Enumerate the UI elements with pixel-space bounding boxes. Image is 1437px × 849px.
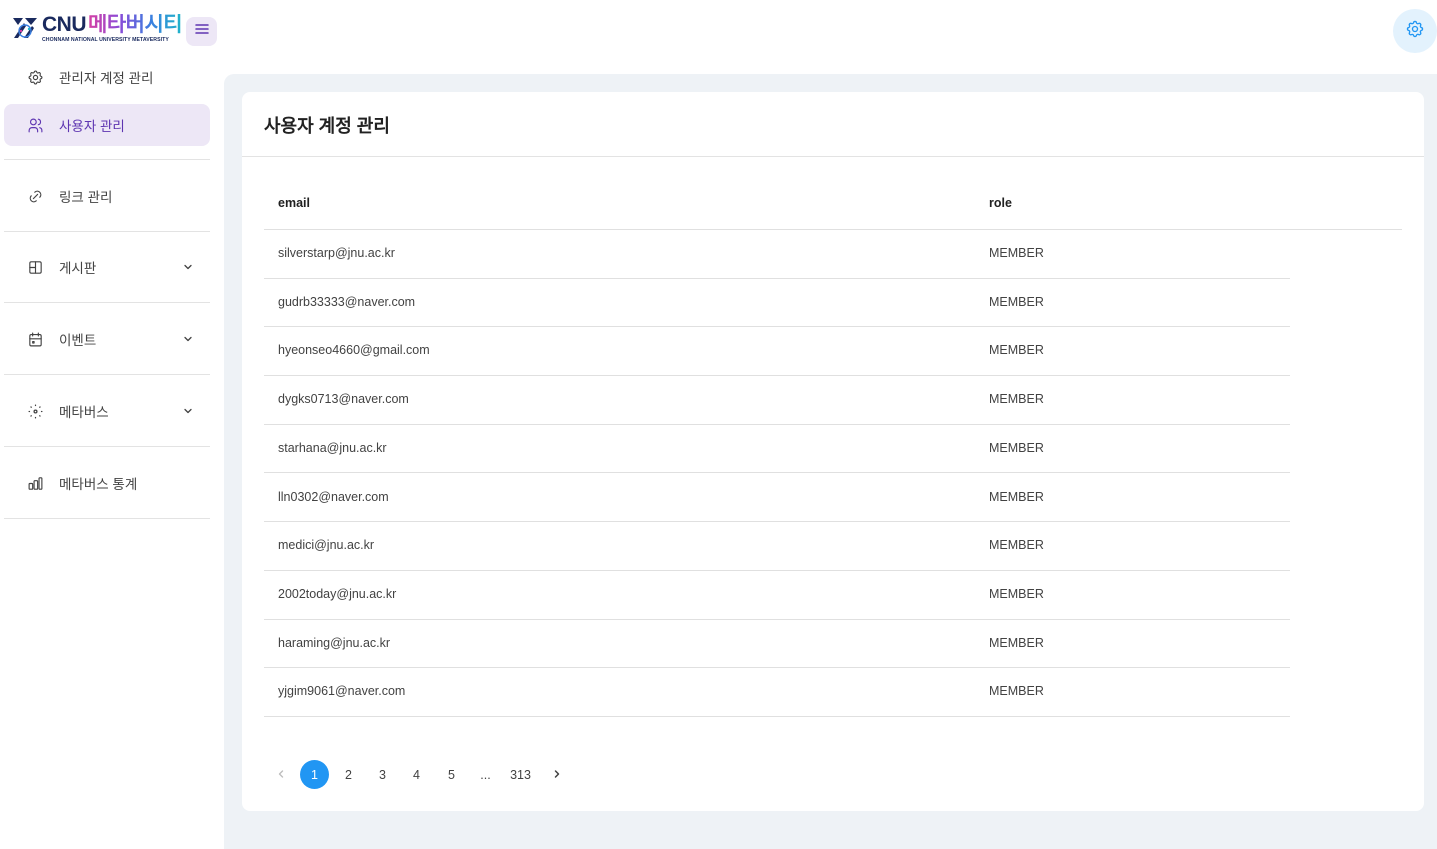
sidebar-item-label: 링크 관리 (59, 190, 113, 205)
cell-email: haraming@jnu.ac.kr (278, 635, 391, 650)
cell-email: lln0302@naver.com (278, 489, 389, 504)
cell-email: gudrb33333@naver.com (278, 294, 416, 309)
cell-role: MEMBER (989, 246, 1044, 260)
sidebar-item-users[interactable]: 사용자 관리 (4, 104, 210, 146)
page-button-4[interactable]: 4 (402, 760, 431, 789)
cell-role: MEMBER (989, 538, 1044, 553)
table-row[interactable]: medici@jnu.ac.kr MEMBER (264, 522, 1290, 571)
brand-logo[interactable]: CNU 메타버시티 CHONNAM NATIONAL UNIVERSITY ME… (10, 12, 183, 43)
university-emblem-icon (10, 14, 40, 42)
sidebar-divider (4, 518, 210, 519)
gear-icon (26, 68, 44, 86)
cell-role: MEMBER (989, 392, 1044, 407)
page-button-3[interactable]: 3 (368, 760, 397, 789)
sidebar-divider (4, 446, 210, 447)
sidebar-item-links[interactable]: 링크 관리 (4, 175, 210, 217)
cell-role: MEMBER (989, 440, 1044, 455)
chevron-down-icon (182, 405, 194, 417)
chevron-down-icon (182, 261, 194, 273)
sidebar-item-metaverse[interactable]: 메타버스 (4, 390, 210, 432)
sidebar-item-board[interactable]: 게시판 (4, 246, 210, 288)
cell-role: MEMBER (989, 294, 1044, 309)
table-row[interactable]: silverstarp@jnu.ac.kr MEMBER (264, 230, 1290, 279)
page-button-last[interactable]: 313 (506, 760, 535, 789)
sidebar-item-label: 메타버스 (59, 405, 109, 420)
sidebar-item-label: 이벤트 (59, 333, 97, 348)
table-row[interactable]: haraming@jnu.ac.kr MEMBER (264, 620, 1290, 669)
cell-role: MEMBER (989, 489, 1044, 504)
sidebar-item-events[interactable]: 이벤트 (4, 318, 210, 360)
next-page-button[interactable] (542, 760, 571, 789)
calendar-icon (26, 330, 44, 348)
users-icon (26, 116, 44, 134)
table-row[interactable]: lln0302@naver.com MEMBER (264, 474, 1290, 523)
cell-email: 2002today@jnu.ac.kr (278, 586, 397, 601)
cell-role: MEMBER (989, 635, 1044, 650)
column-header-email[interactable]: email (278, 196, 310, 210)
cell-email: hyeonseo4660@gmail.com (278, 343, 430, 358)
brand-name-korean: 메타버시티 (88, 12, 183, 36)
column-header-role[interactable]: role (989, 196, 1012, 210)
prev-page-button[interactable] (266, 760, 295, 789)
pagination-ellipsis: ... (480, 767, 491, 782)
sidebar-item-label: 메타버스 통계 (59, 477, 138, 492)
bar-chart-icon (26, 474, 44, 492)
sidebar-divider (4, 231, 210, 232)
table-row[interactable]: hyeonseo4660@gmail.com MEMBER (264, 327, 1290, 377)
cell-email: yjgim9061@naver.com (278, 684, 406, 699)
brand-name-latin: CNU (42, 12, 87, 36)
cell-email: dygks0713@naver.com (278, 392, 409, 407)
dotted-circle-icon (26, 402, 44, 420)
chevron-left-icon (276, 768, 286, 782)
cell-email: medici@jnu.ac.kr (278, 538, 375, 553)
page-button-2[interactable]: 2 (334, 760, 363, 789)
settings-button[interactable] (1393, 9, 1437, 53)
hamburger-icon (194, 22, 210, 41)
sidebar-divider (4, 302, 210, 303)
card-divider (242, 156, 1424, 157)
table-row[interactable]: gudrb33333@naver.com MEMBER (264, 279, 1290, 328)
cell-email: silverstarp@jnu.ac.kr (278, 246, 395, 260)
brand-subtitle: CHONNAM NATIONAL UNIVERSITY METAVERSITY (42, 36, 169, 43)
cell-email: starhana@jnu.ac.kr (278, 440, 387, 455)
sidebar-item-label: 사용자 관리 (59, 119, 125, 134)
layout-icon (26, 258, 44, 276)
table-row[interactable]: dygks0713@naver.com MEMBER (264, 376, 1290, 425)
cell-role: MEMBER (989, 586, 1044, 601)
table-row[interactable]: starhana@jnu.ac.kr MEMBER (264, 425, 1290, 474)
user-accounts-card: 사용자 계정 관리 email role silverstarp@jnu.ac.… (242, 92, 1424, 811)
sidebar-item-label: 관리자 계정 관리 (59, 71, 154, 86)
sidebar-divider (4, 159, 210, 160)
gear-icon (1405, 19, 1425, 44)
page-button-5[interactable]: 5 (437, 760, 466, 789)
sidebar-item-metaverse-stats[interactable]: 메타버스 통계 (4, 462, 210, 504)
cell-role: MEMBER (989, 343, 1044, 358)
page-title: 사용자 계정 관리 (264, 116, 390, 136)
chevron-down-icon (182, 333, 194, 345)
sidebar-item-admin-accounts[interactable]: 관리자 계정 관리 (4, 56, 210, 98)
menu-toggle-button[interactable] (186, 17, 217, 46)
chevron-right-icon (552, 768, 562, 782)
sidebar-item-label: 게시판 (59, 261, 97, 276)
sidebar-divider (4, 374, 210, 375)
table-row[interactable]: yjgim9061@naver.com MEMBER (264, 668, 1290, 717)
link-icon (26, 187, 44, 205)
page-button-1[interactable]: 1 (300, 760, 329, 789)
cell-role: MEMBER (989, 684, 1044, 699)
table-row[interactable]: 2002today@jnu.ac.kr MEMBER (264, 571, 1290, 620)
